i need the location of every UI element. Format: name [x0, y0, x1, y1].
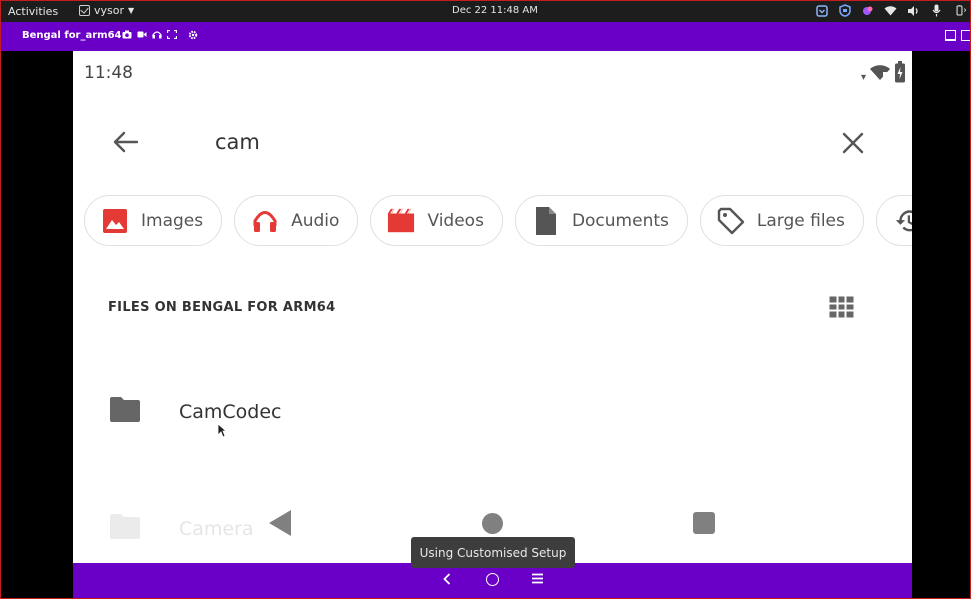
clear-search-icon[interactable] — [839, 129, 867, 157]
headphones-icon — [251, 207, 279, 235]
nav-home-icon[interactable] — [482, 513, 503, 534]
nav-back-icon[interactable] — [269, 510, 291, 536]
back-arrow-icon[interactable] — [111, 127, 141, 157]
color-icon[interactable] — [861, 4, 874, 17]
grid-view-icon[interactable] — [829, 296, 854, 318]
mic-icon[interactable] — [930, 4, 943, 17]
wifi-icon[interactable] — [884, 4, 897, 17]
mouse-cursor-icon — [217, 423, 228, 439]
chip-label: Audio — [291, 210, 340, 231]
vysor-title-bar: Bengal for_arm64 — [1, 22, 970, 51]
menu-icon[interactable] — [532, 573, 543, 587]
shield-icon[interactable] — [815, 4, 828, 17]
history-icon — [893, 207, 912, 235]
status-bar-icons: ▾ — [861, 61, 906, 87]
tooltip: Using Customised Setup — [411, 537, 575, 568]
list-item[interactable]: CamCodec — [109, 396, 282, 427]
chip-audio[interactable]: Audio — [234, 195, 359, 246]
system-tray[interactable] — [815, 4, 966, 17]
minimize-icon[interactable] — [945, 30, 956, 41]
image-icon — [101, 207, 129, 235]
device-screen[interactable]: 11:48 ▾ cam Images Audio Videos Document… — [73, 51, 912, 563]
camera-icon[interactable] — [122, 30, 132, 43]
window-controls — [945, 30, 970, 41]
tag-icon — [717, 207, 745, 235]
chip-images[interactable]: Images — [84, 195, 223, 246]
chip-large-files[interactable]: Large files — [699, 195, 864, 246]
chip-documents[interactable]: Documents — [514, 195, 688, 246]
app-menu[interactable]: vysor ▼ — [79, 4, 134, 17]
chip-label: Images — [141, 210, 204, 231]
chip-label: Videos — [427, 210, 484, 231]
section-title: FILES ON BENGAL FOR ARM64 — [108, 300, 336, 315]
device-window-title: Bengal for_arm64 — [22, 30, 122, 41]
settings-icon[interactable] — [188, 30, 198, 43]
clock[interactable]: Dec 22 11:48 AM — [452, 5, 538, 16]
app-menu-label: vysor — [94, 4, 125, 17]
video-icon[interactable] — [137, 30, 147, 43]
status-bar-time: 11:48 — [84, 63, 133, 83]
desktop: Activities vysor ▼ Dec 22 11:48 AM Benga… — [0, 0, 971, 599]
maximize-icon[interactable] — [961, 30, 970, 41]
caret-down-icon: ▼ — [128, 6, 135, 15]
filter-chips: Images Audio Videos Documents Large file… — [84, 195, 912, 246]
gnome-top-bar: Activities vysor ▼ Dec 22 11:48 AM — [1, 1, 970, 22]
file-name: CamCodec — [179, 400, 282, 423]
search-input[interactable]: cam — [215, 130, 260, 154]
fullscreen-icon[interactable] — [166, 29, 178, 43]
vysor-bottom-bar — [73, 563, 912, 598]
chip-recent[interactable] — [875, 195, 912, 246]
nav-recents-icon[interactable] — [693, 512, 715, 534]
document-icon — [532, 206, 560, 235]
movie-icon — [387, 207, 415, 235]
folder-icon — [109, 396, 141, 427]
chip-label: Documents — [571, 210, 669, 231]
vpn-icon[interactable] — [838, 4, 851, 17]
chip-label: Large files — [756, 210, 845, 231]
vysor-toolbar — [122, 29, 198, 43]
chevron-left-icon[interactable] — [443, 573, 451, 588]
battery-icon — [894, 61, 906, 87]
chip-videos[interactable]: Videos — [370, 195, 503, 246]
volume-icon[interactable] — [907, 4, 920, 17]
power-icon[interactable] — [953, 4, 966, 17]
wifi-icon — [870, 64, 890, 84]
headphones-icon[interactable] — [152, 30, 162, 43]
activities-button[interactable]: Activities — [8, 5, 58, 18]
download-indicator-icon: ▾ — [860, 71, 866, 83]
vysor-app-icon — [79, 5, 90, 16]
circle-home-icon[interactable] — [486, 573, 499, 586]
